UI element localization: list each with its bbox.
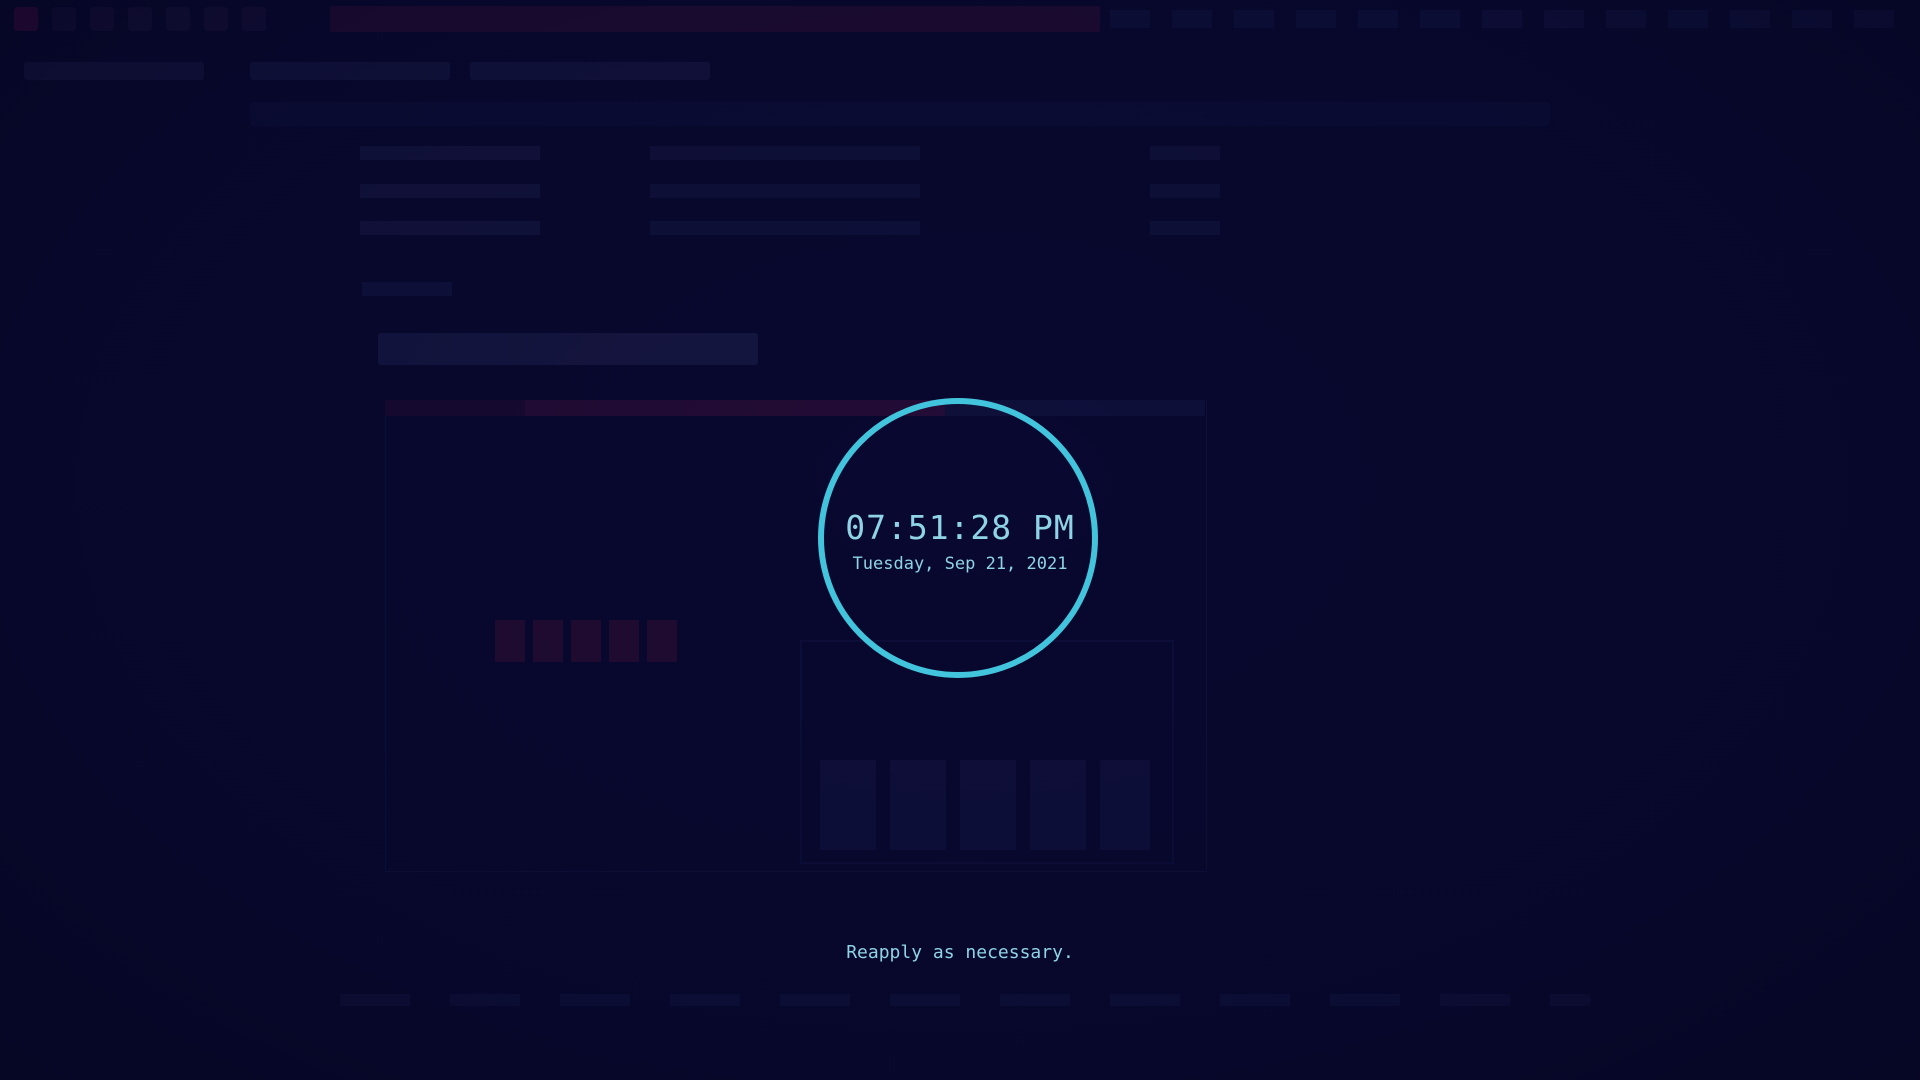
- readme-screenshot-bar: [385, 400, 1205, 416]
- workspace-tag-active: [14, 7, 38, 31]
- readme-label: [362, 282, 452, 296]
- clock-date: Tuesday, Sep 21, 2021: [852, 554, 1068, 574]
- browser-tabs: [0, 56, 1920, 86]
- workspace-tag: [128, 7, 152, 31]
- status-bar: [0, 0, 1920, 38]
- workspace-tag: [90, 7, 114, 31]
- lock-message: Reapply as necessary.: [846, 942, 1074, 963]
- readme-heading: [378, 333, 758, 365]
- workspace-tag: [166, 7, 190, 31]
- file-row: [360, 146, 1240, 160]
- workspace-tag: [242, 7, 266, 31]
- url-bar: [250, 102, 1550, 126]
- file-row: [360, 221, 1240, 235]
- readme-screenshot: [385, 400, 1207, 872]
- screenshot-large-text: [820, 760, 1150, 850]
- window-title-block: [330, 6, 1100, 32]
- browser-tab: [24, 62, 204, 80]
- workspace-tag: [204, 7, 228, 31]
- footer-links: [340, 994, 1590, 1006]
- lock-screen: 07:51:28 PM Tuesday, Sep 21, 2021 Reappl…: [0, 0, 1920, 1080]
- workspace-tag: [52, 7, 76, 31]
- clock-time: 07:51:28 PM: [845, 508, 1075, 547]
- screenshot-clock-digits: [495, 620, 685, 662]
- browser-tab: [250, 62, 450, 80]
- browser-tab: [470, 62, 710, 80]
- file-row: [360, 184, 1240, 198]
- status-modules: [1110, 10, 1910, 28]
